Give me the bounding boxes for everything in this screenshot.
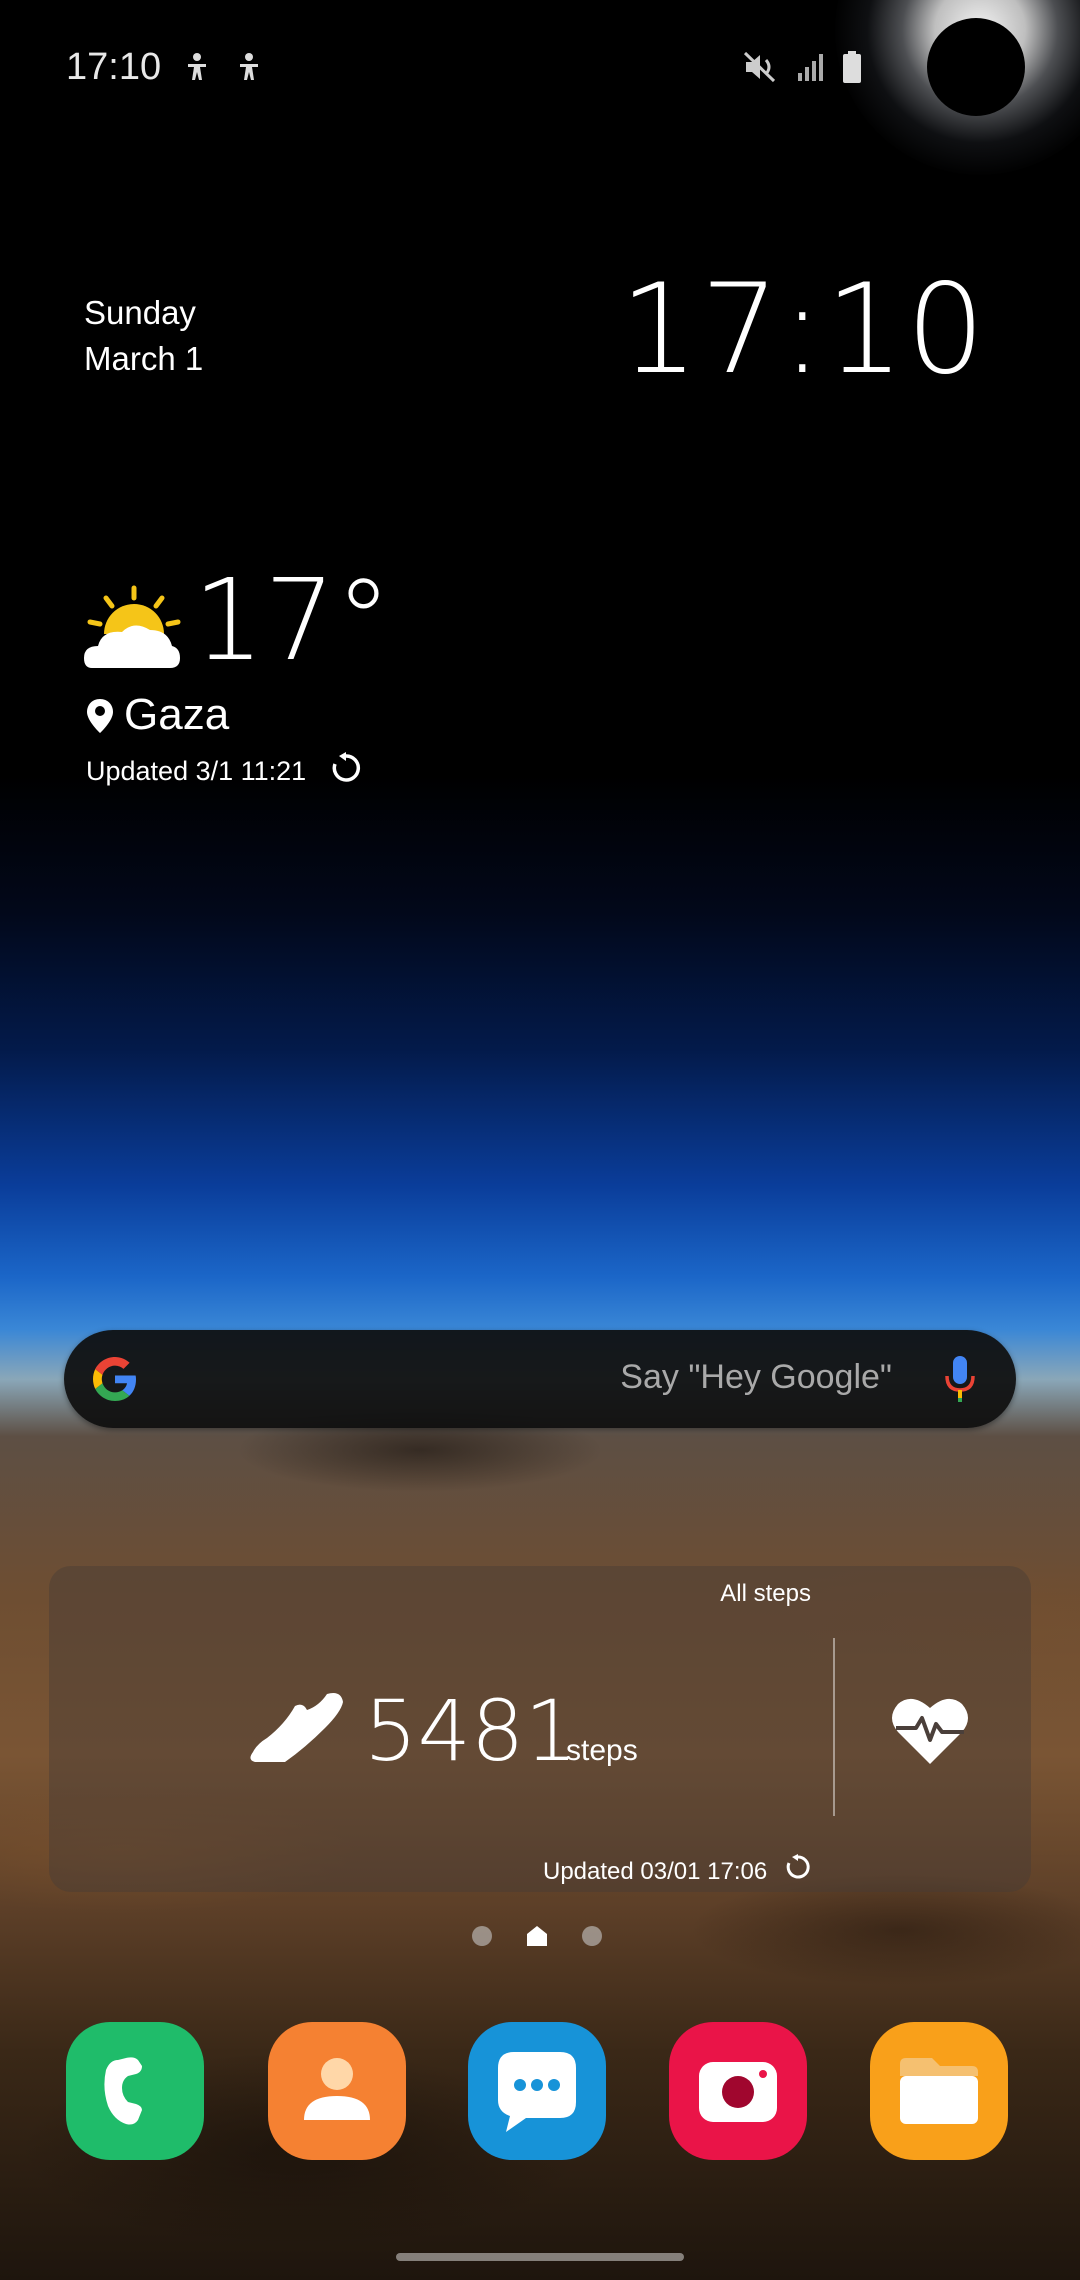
day-label: Sunday <box>84 294 196 331</box>
signal-icon <box>798 54 823 81</box>
steps-count: 5481 <box>364 1682 578 1780</box>
camera-app-icon[interactable] <box>669 2022 807 2160</box>
battery-icon <box>843 51 861 83</box>
page-dot[interactable] <box>472 1926 492 1946</box>
steps-updated: Updated 03/01 17:06 <box>543 1858 768 1885</box>
google-search-bar[interactable]: Say "Hey Google" <box>64 1330 1016 1428</box>
clock-time[interactable]: 17:10 <box>620 258 987 402</box>
status-icons <box>742 50 862 84</box>
contacts-app-icon[interactable] <box>268 2022 406 2160</box>
location-pin-icon <box>87 699 113 733</box>
messages-app-icon[interactable] <box>468 2022 606 2160</box>
heart-rate-icon[interactable] <box>890 1694 970 1766</box>
google-logo-icon <box>93 1357 136 1401</box>
shoe-icon <box>250 1693 343 1762</box>
accessibility-icon <box>188 53 206 80</box>
gesture-nav-handle[interactable] <box>396 2253 684 2261</box>
divider <box>833 1638 835 1816</box>
steps-widget[interactable]: All steps 5481 steps Updated 03/01 17:06 <box>49 1566 1031 1892</box>
home-screen: 17:10 Sunday March 1 17:10 17° Gaza Upda… <box>0 0 1080 2280</box>
partly-cloudy-icon[interactable] <box>82 584 182 670</box>
microphone-icon[interactable] <box>942 1354 978 1404</box>
app-dock <box>66 2022 1014 2162</box>
page-dot[interactable] <box>582 1926 602 1946</box>
accessibility-icon <box>240 53 258 80</box>
refresh-icon[interactable] <box>785 1854 811 1880</box>
weather-temperature[interactable]: 17° <box>193 556 392 686</box>
steps-filter-label[interactable]: All steps <box>720 1580 811 1608</box>
weather-location[interactable]: Gaza <box>124 690 229 740</box>
steps-unit: steps <box>566 1734 638 1767</box>
phone-app-icon[interactable] <box>66 2022 204 2160</box>
status-time: 17:10 <box>66 46 162 88</box>
date-label: March 1 <box>84 340 204 377</box>
date-widget[interactable]: Sunday March 1 <box>84 290 203 382</box>
camera-cutout <box>927 18 1025 116</box>
weather-updated: Updated 3/1 11:21 <box>86 756 307 786</box>
mute-icon <box>743 51 776 83</box>
page-indicator[interactable] <box>472 1925 602 1947</box>
refresh-icon[interactable] <box>330 752 362 784</box>
files-app-icon[interactable] <box>870 2022 1008 2160</box>
search-hint: Say "Hey Google" <box>620 1358 892 1396</box>
home-page-icon[interactable] <box>526 1925 548 1947</box>
